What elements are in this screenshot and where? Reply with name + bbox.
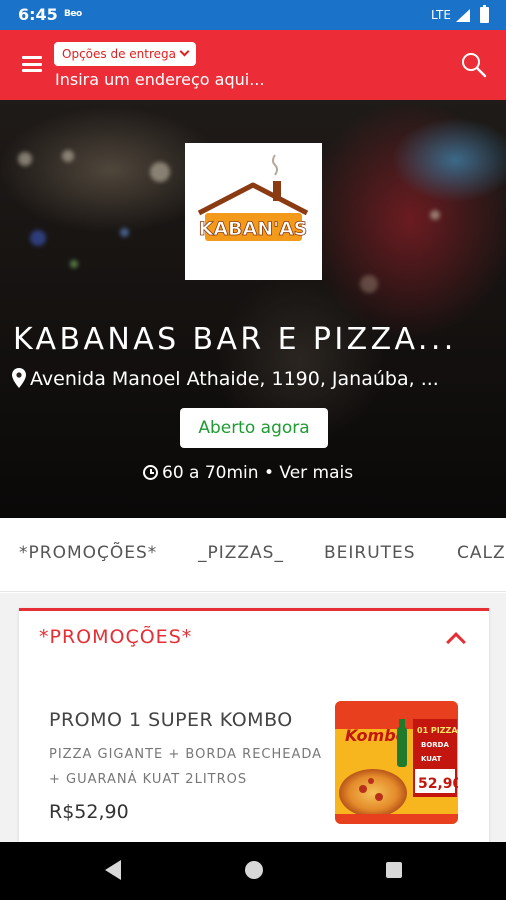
chevron-up-icon[interactable] bbox=[446, 632, 466, 652]
image-line3: KUAT bbox=[421, 755, 442, 763]
see-more-link[interactable]: Ver mais bbox=[279, 463, 353, 483]
product-price: R$52,90 bbox=[49, 801, 129, 823]
delivery-time: 60 a 70min bbox=[162, 463, 259, 483]
product-name: PROMO 1 SUPER KOMBO bbox=[49, 709, 293, 731]
delivery-options-label: Opções de entrega bbox=[62, 47, 176, 61]
restaurant-name: KABANAS BAR E PIZZA... bbox=[13, 322, 457, 357]
restaurant-hero: KABAN'AS KABANAS BAR E PIZZA... Avenida … bbox=[0, 100, 506, 518]
open-status-badge: Aberto agora bbox=[180, 408, 328, 448]
search-icon[interactable] bbox=[461, 52, 487, 78]
logo-text: KABAN'AS bbox=[199, 218, 308, 240]
tab-promocoes[interactable]: *PROMOÇÕES* bbox=[19, 543, 157, 563]
back-icon[interactable] bbox=[105, 860, 121, 880]
address-text: Avenida Manoel Athaide, 1190, Janaúba, .… bbox=[30, 368, 439, 390]
image-line2: BORDA bbox=[421, 741, 449, 749]
delivery-options-button[interactable]: Opções de entrega bbox=[54, 42, 196, 66]
system-nav-bar bbox=[0, 842, 506, 900]
delivery-info: 60 a 70min • Ver mais bbox=[143, 463, 353, 483]
status-bar: 6:45 Beo LTE bbox=[0, 0, 506, 30]
restaurant-logo: KABAN'AS bbox=[185, 143, 322, 280]
network-type: LTE bbox=[431, 8, 451, 22]
image-line1: 01 PIZZA bbox=[417, 726, 458, 735]
image-price: 52,90 bbox=[418, 776, 458, 792]
signal-icon bbox=[456, 9, 470, 22]
location-pin-icon bbox=[12, 368, 26, 388]
section-card: *PROMOÇÕES* PROMO 1 SUPER KOMBO PIZZA GI… bbox=[19, 608, 489, 842]
address-input[interactable]: Insira um endereço aqui... bbox=[55, 70, 264, 89]
menu-content: *PROMOÇÕES* PROMO 1 SUPER KOMBO PIZZA GI… bbox=[0, 593, 506, 842]
menu-icon[interactable] bbox=[22, 56, 42, 72]
clock-icon bbox=[143, 465, 158, 480]
product-image: Kombo 01 PIZZA BORDA KUAT 52,90 bbox=[335, 701, 458, 824]
category-tabs: *PROMOÇÕES* _PIZZAS_ BEIRUTES CALZONES bbox=[0, 518, 506, 592]
tab-beirutes[interactable]: BEIRUTES bbox=[324, 543, 416, 563]
separator-dot: • bbox=[263, 463, 274, 483]
section-title: *PROMOÇÕES* bbox=[39, 626, 193, 648]
tab-pizzas[interactable]: _PIZZAS_ bbox=[198, 543, 284, 563]
notification-icon: Beo bbox=[64, 9, 82, 19]
home-icon[interactable] bbox=[245, 861, 263, 879]
restaurant-address: Avenida Manoel Athaide, 1190, Janaúba, .… bbox=[12, 368, 502, 390]
status-time: 6:45 bbox=[18, 5, 58, 24]
product-item[interactable]: PROMO 1 SUPER KOMBO PIZZA GIGANTE + BORD… bbox=[19, 681, 489, 842]
tab-calzones[interactable]: CALZONES bbox=[457, 543, 506, 563]
app-header: Opções de entrega Insira um endereço aqu… bbox=[0, 30, 506, 100]
chevron-down-icon bbox=[179, 46, 190, 57]
product-description: PIZZA GIGANTE + BORDA RECHEADA + GUARANÁ… bbox=[49, 747, 323, 787]
battery-icon bbox=[480, 5, 489, 23]
recents-icon[interactable] bbox=[386, 862, 402, 878]
